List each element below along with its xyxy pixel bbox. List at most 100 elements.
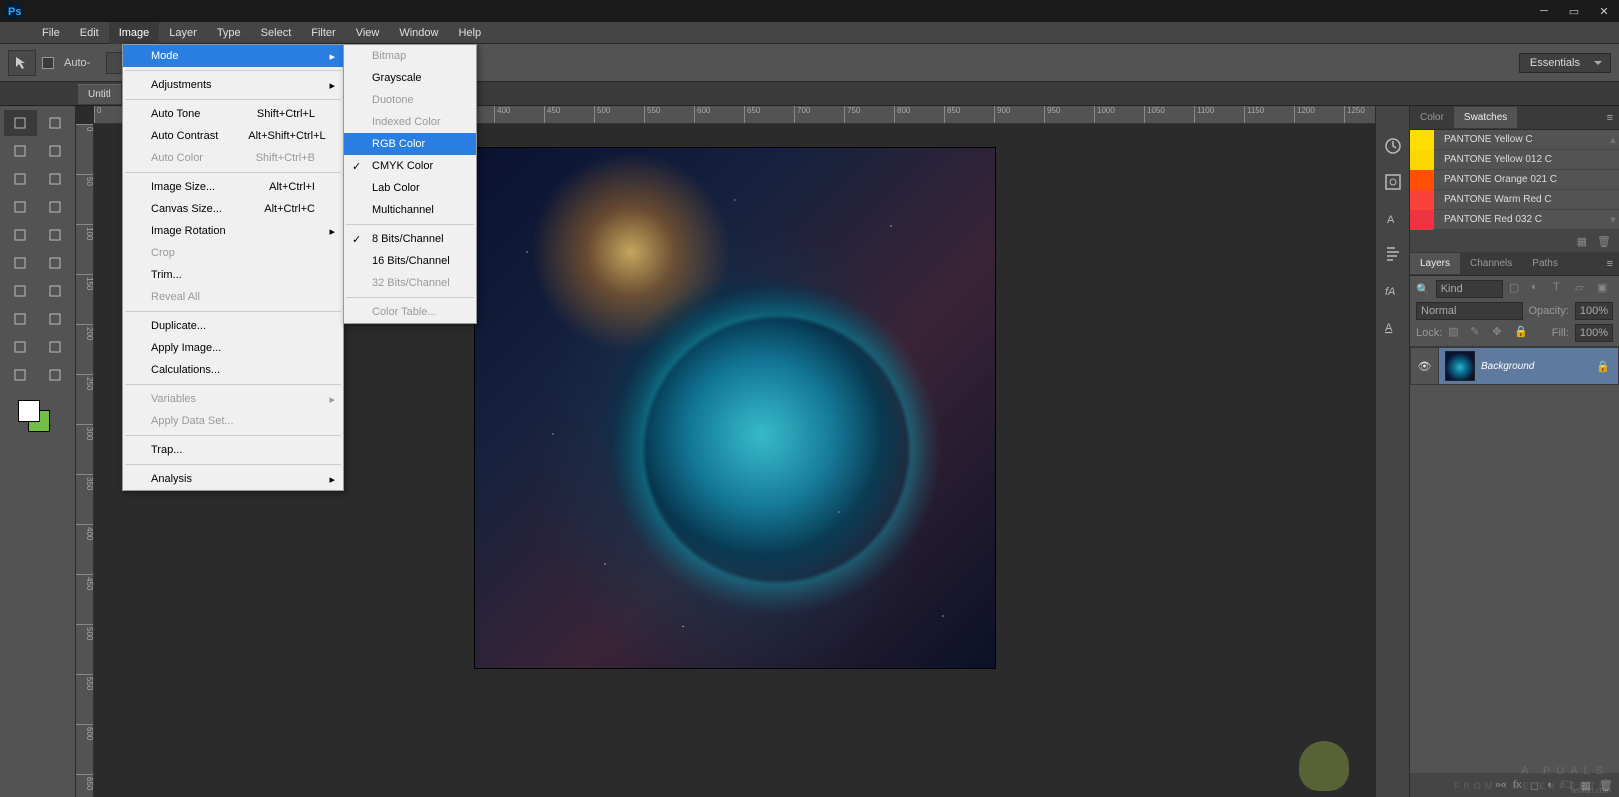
- heal-tool[interactable]: [4, 194, 37, 220]
- filter-adjustment-icon[interactable]: ◐: [1531, 281, 1547, 297]
- new-swatch-icon[interactable]: ▦: [1577, 235, 1587, 248]
- zoom-tool[interactable]: [39, 362, 72, 388]
- layers-panel-menu-icon[interactable]: ≡: [1601, 258, 1619, 270]
- layer-row[interactable]: 👁Background🔒: [1410, 347, 1619, 385]
- color-swatch-area[interactable]: [4, 396, 71, 440]
- menu-item-trim[interactable]: Trim...: [123, 264, 343, 286]
- paragraph-panel-icon[interactable]: [1383, 244, 1403, 264]
- lock-transparency-icon[interactable]: ▨: [1448, 325, 1464, 341]
- layers-tab-paths[interactable]: Paths: [1522, 253, 1568, 274]
- marquee-tool[interactable]: [39, 110, 72, 136]
- auto-select-checkbox[interactable]: [42, 57, 54, 69]
- menu-item-calculations[interactable]: Calculations...: [123, 359, 343, 381]
- swatch-row[interactable]: PANTONE Red 032 C▾: [1410, 210, 1619, 230]
- lock-pixels-icon[interactable]: ✎: [1470, 325, 1486, 341]
- type-tool[interactable]: [39, 306, 72, 332]
- layer-name[interactable]: Background: [1481, 361, 1534, 372]
- character-panel-icon[interactable]: A: [1383, 208, 1403, 228]
- wand-tool[interactable]: [39, 138, 72, 164]
- menu-layer[interactable]: Layer: [159, 22, 207, 44]
- delete-swatch-icon[interactable]: 🗑: [1597, 235, 1611, 248]
- move-tool[interactable]: [4, 110, 37, 136]
- workspace-switcher[interactable]: Essentials: [1519, 53, 1611, 73]
- mode-submenu-dropdown[interactable]: BitmapGrayscaleDuotoneIndexed ColorRGB C…: [343, 44, 477, 324]
- menu-item-auto-tone[interactable]: Auto ToneShift+Ctrl+L: [123, 103, 343, 125]
- filter-type-icon[interactable]: T: [1553, 281, 1569, 297]
- menu-item-rgb-color[interactable]: RGB Color: [344, 133, 476, 155]
- image-menu-dropdown[interactable]: Mode▸ Adjustments▸ Auto ToneShift+Ctrl+LAu…: [122, 44, 344, 491]
- menu-item-auto-contrast[interactable]: Auto ContrastAlt+Shift+Ctrl+L: [123, 125, 343, 147]
- layers-tab-channels[interactable]: Channels: [1460, 253, 1522, 274]
- layer-thumbnail[interactable]: [1445, 351, 1475, 381]
- swatch-row[interactable]: PANTONE Orange 021 C: [1410, 170, 1619, 190]
- color-tab-color[interactable]: Color: [1410, 107, 1454, 128]
- filter-pixel-icon[interactable]: ▢: [1509, 281, 1525, 297]
- gradient-tool[interactable]: [39, 250, 72, 276]
- menu-edit[interactable]: Edit: [70, 22, 109, 44]
- window-restore-button[interactable]: ▭: [1559, 0, 1589, 22]
- path-tool[interactable]: [4, 334, 37, 360]
- fill-field[interactable]: 100%: [1575, 324, 1613, 342]
- pen-tool[interactable]: [4, 306, 37, 332]
- menu-select[interactable]: Select: [251, 22, 302, 44]
- eyedrop-tool[interactable]: [39, 166, 72, 192]
- scroll-arrow-icon[interactable]: ▴: [1607, 133, 1619, 146]
- crop-tool[interactable]: [4, 166, 37, 192]
- lasso-tool[interactable]: [4, 138, 37, 164]
- opacity-field[interactable]: 100%: [1575, 302, 1613, 320]
- menu-item-lab-color[interactable]: Lab Color: [344, 177, 476, 199]
- visibility-toggle-icon[interactable]: 👁: [1411, 348, 1439, 384]
- history-tool[interactable]: [39, 222, 72, 248]
- menu-item-trap[interactable]: Trap...: [123, 439, 343, 461]
- properties-panel-icon[interactable]: [1383, 172, 1403, 192]
- window-close-button[interactable]: ✕: [1589, 0, 1619, 22]
- menu-item-grayscale[interactable]: Grayscale: [344, 67, 476, 89]
- color-panel-menu-icon[interactable]: ≡: [1601, 112, 1619, 124]
- dodge-tool[interactable]: [39, 278, 72, 304]
- menu-item-adjustments[interactable]: Adjustments▸: [123, 74, 343, 96]
- color-tab-swatches[interactable]: Swatches: [1454, 107, 1517, 128]
- menu-help[interactable]: Help: [448, 22, 491, 44]
- menu-item-duplicate[interactable]: Duplicate...: [123, 315, 343, 337]
- menu-item-analysis[interactable]: Analysis▸: [123, 468, 343, 490]
- swatch-row[interactable]: PANTONE Warm Red C: [1410, 190, 1619, 210]
- current-tool-indicator[interactable]: [8, 50, 36, 76]
- layer-filter-kind[interactable]: Kind: [1436, 280, 1503, 298]
- menu-item-mode[interactable]: Mode▸: [123, 45, 343, 67]
- layers-tab-layers[interactable]: Layers: [1410, 253, 1460, 274]
- blur-tool[interactable]: [4, 278, 37, 304]
- window-minimize-button[interactable]: ─: [1529, 0, 1559, 22]
- foreground-color-swatch[interactable]: [18, 400, 40, 422]
- menu-image[interactable]: Image: [109, 22, 160, 44]
- menu-item-image-size[interactable]: Image Size...Alt+Ctrl+I: [123, 176, 343, 198]
- lock-all-icon[interactable]: 🔒: [1514, 325, 1530, 341]
- styles-panel-icon[interactable]: A: [1383, 316, 1403, 336]
- menu-type[interactable]: Type: [207, 22, 251, 44]
- menu-item-multichannel[interactable]: Multichannel: [344, 199, 476, 221]
- menu-item-apply-image[interactable]: Apply Image...: [123, 337, 343, 359]
- lock-position-icon[interactable]: ✥: [1492, 325, 1508, 341]
- brush-tool[interactable]: [39, 194, 72, 220]
- rect-tool[interactable]: [39, 334, 72, 360]
- menu-view[interactable]: View: [346, 22, 390, 44]
- menu-item-image-rotation[interactable]: Image Rotation▸: [123, 220, 343, 242]
- history-panel-icon[interactable]: [1383, 136, 1403, 156]
- stamp-tool[interactable]: [4, 222, 37, 248]
- menu-item-8-bits-channel[interactable]: ✓8 Bits/Channel: [344, 228, 476, 250]
- document-tab[interactable]: Untitl: [78, 84, 121, 104]
- menu-window[interactable]: Window: [389, 22, 448, 44]
- menu-filter[interactable]: Filter: [301, 22, 345, 44]
- swatch-row[interactable]: PANTONE Yellow C▴: [1410, 130, 1619, 150]
- eraser-tool[interactable]: [4, 250, 37, 276]
- filter-shape-icon[interactable]: ▱: [1575, 281, 1591, 297]
- menu-item-canvas-size[interactable]: Canvas Size...Alt+Ctrl+C: [123, 198, 343, 220]
- swatch-row[interactable]: PANTONE Yellow 012 C: [1410, 150, 1619, 170]
- filter-smart-icon[interactable]: ▣: [1597, 281, 1613, 297]
- menu-item-cmyk-color[interactable]: ✓CMYK Color: [344, 155, 476, 177]
- document-canvas[interactable]: [475, 148, 995, 668]
- hand-tool[interactable]: [4, 362, 37, 388]
- glyphs-panel-icon[interactable]: fA: [1383, 280, 1403, 300]
- menu-file[interactable]: File: [32, 22, 70, 44]
- scroll-arrow-icon[interactable]: ▾: [1607, 213, 1619, 226]
- blend-mode-select[interactable]: Normal: [1416, 302, 1523, 320]
